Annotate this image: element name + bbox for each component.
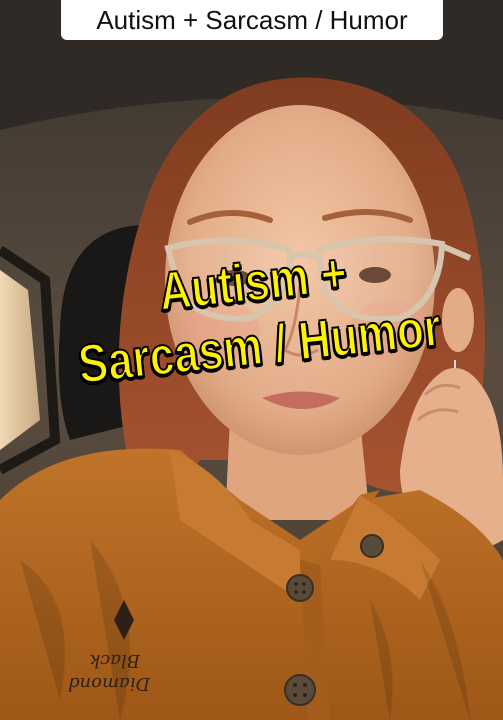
top-caption: Autism + Sarcasm / Humor <box>61 0 443 40</box>
embroidery-line2: Diamond <box>68 673 151 694</box>
video-frame: Black Diamond Autism + Sarcasm / Humor A… <box>0 0 503 720</box>
embroidery-line1: Black <box>89 650 141 671</box>
